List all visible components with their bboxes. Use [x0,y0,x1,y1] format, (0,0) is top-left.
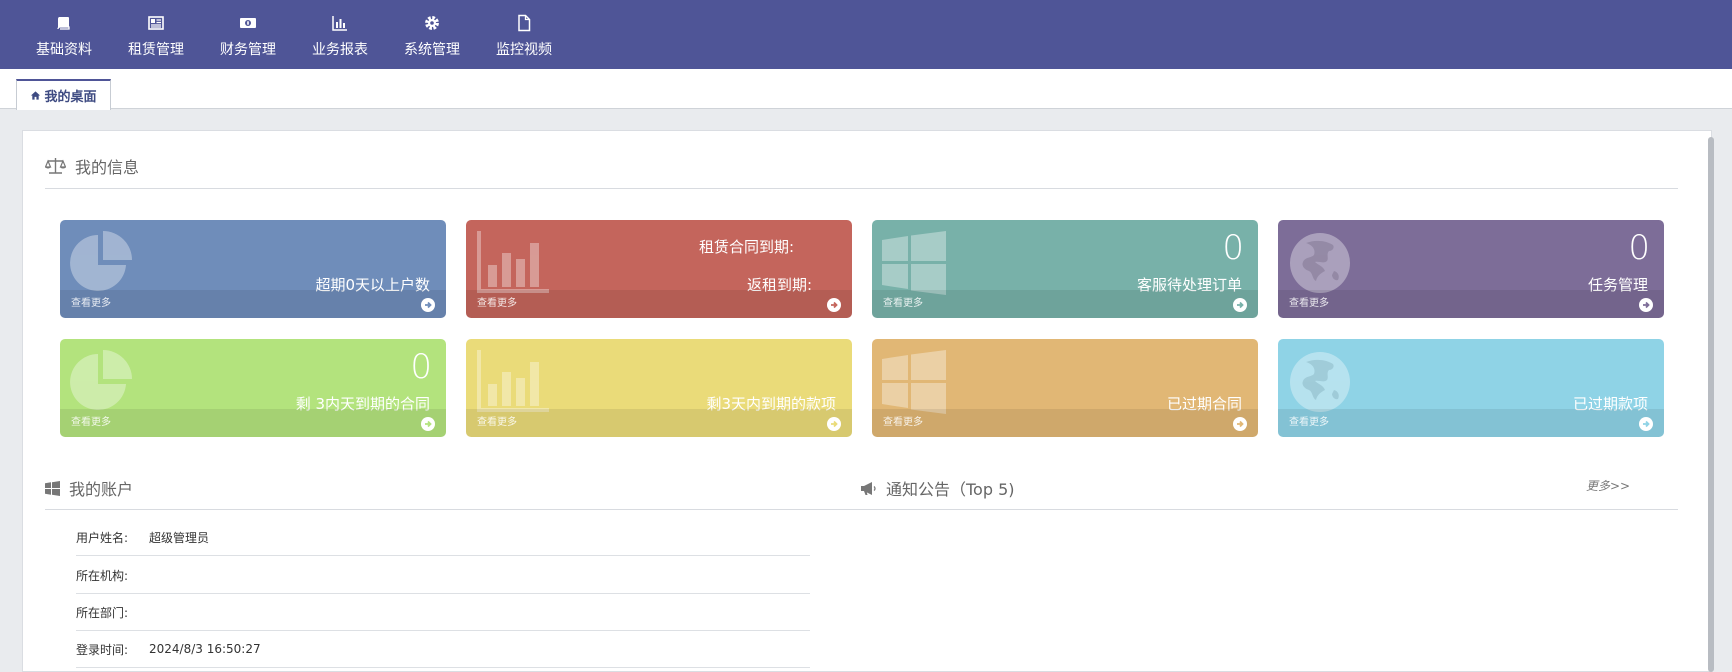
view-more-link[interactable]: 查看更多 [477,413,517,428]
card-footer[interactable]: 查看更多 [466,409,852,437]
book-icon [57,17,70,30]
bar-chart-icon [476,231,550,299]
view-more-link[interactable]: 查看更多 [1289,413,1329,428]
view-more-link[interactable]: 查看更多 [71,294,111,309]
card-label-secondary: 租赁合同到期: [698,238,794,256]
view-more-link[interactable]: 查看更多 [883,413,923,428]
pie-chart-icon [70,231,134,299]
scrollbar[interactable] [1708,137,1714,672]
tab-bar: 我的桌面 [0,69,1732,110]
info-title: 我的信息 [75,158,140,177]
account-row-username: 用户姓名: 超级管理员 [76,519,810,556]
globe-icon [1288,231,1352,299]
card-footer[interactable]: 查看更多 [60,409,446,437]
view-more-link[interactable]: 查看更多 [1289,294,1329,309]
stat-card[interactable]: 剩3天内到期的款项 查看更多 [466,339,852,437]
nav-monitor-video[interactable]: 监控视频 [478,0,570,69]
windows-icon [882,231,946,299]
account-row-department: 所在部门: [76,594,810,631]
account-key: 所在部门: [76,605,129,620]
tab-label: 我的桌面 [44,90,97,105]
nav-finance-management[interactable]: 财务管理 [202,0,294,69]
arrow-right-circle-icon[interactable] [1233,417,1247,431]
stat-card[interactable]: 超期0天以上户数 查看更多 [60,220,446,318]
newspaper-icon [148,16,164,30]
tab-my-desktop[interactable]: 我的桌面 [16,79,111,110]
nav-label: 监控视频 [496,42,552,58]
account-key: 用户姓名: [76,530,129,545]
stat-card[interactable]: 已过期款项 查看更多 [1278,339,1664,437]
nav-label: 系统管理 [404,42,460,58]
nav-basic-data[interactable]: 基础资料 [18,0,110,69]
stat-card[interactable]: 已过期合同 查看更多 [872,339,1258,437]
divider [45,188,1678,189]
bar-chart-icon [476,350,550,418]
stat-card[interactable]: 租赁合同到期: 返租到期: 查看更多 [466,220,852,318]
nav-lease-management[interactable]: 租赁管理 [110,0,202,69]
bar-chart-icon [332,16,347,31]
account-key: 登录时间: [76,642,129,657]
windows-icon [882,350,946,418]
nav-business-report[interactable]: 业务报表 [294,0,386,69]
info-section-header: 我的信息 [45,154,139,178]
stat-card[interactable]: 0 客服待处理订单 查看更多 [872,220,1258,318]
view-more-link[interactable]: 查看更多 [477,294,517,309]
home-icon [31,91,41,100]
account-value: 2024/8/3 16:50:27 [149,642,261,656]
card-footer[interactable]: 查看更多 [466,290,852,318]
stat-card[interactable]: 0 任务管理 查看更多 [1278,220,1664,318]
notice-section-header: 通知公告（Top 5) [860,476,1015,500]
account-section-header: 我的账户 [45,476,133,500]
file-icon [518,14,531,32]
pie-chart-icon [70,350,134,418]
top-navigation: 基础资料 租赁管理 财务管理 业务报表 系统管理 监控视频 [0,0,1732,69]
arrow-right-circle-icon[interactable] [827,298,841,312]
bullhorn-icon [861,481,876,495]
balance-scale-icon [45,158,66,174]
arrow-right-circle-icon[interactable] [421,417,435,431]
card-value: 0 [410,347,432,387]
money-icon [240,18,256,28]
account-value: 超级管理员 [149,530,210,545]
account-title: 我的账户 [69,480,134,499]
arrow-right-circle-icon[interactable] [1639,298,1653,312]
card-footer[interactable]: 查看更多 [1278,290,1664,318]
account-key: 所在机构: [76,568,129,583]
nav-label: 基础资料 [36,42,92,58]
card-footer[interactable]: 查看更多 [1278,409,1664,437]
view-more-link[interactable]: 查看更多 [71,413,111,428]
account-row-organization: 所在机构: [76,557,810,594]
notice-more-link[interactable]: 更多>> [1586,477,1630,494]
arrow-right-circle-icon[interactable] [1233,298,1247,312]
gear-icon [425,16,439,30]
nav-system-management[interactable]: 系统管理 [386,0,478,69]
card-footer[interactable]: 查看更多 [872,409,1258,437]
nav-label: 租赁管理 [128,42,184,58]
arrow-right-circle-icon[interactable] [421,298,435,312]
card-footer[interactable]: 查看更多 [872,290,1258,318]
divider [45,509,1678,510]
view-more-link[interactable]: 查看更多 [883,294,923,309]
account-row-login-time: 登录时间: 2024/8/3 16:50:27 [76,631,810,668]
arrow-right-circle-icon[interactable] [1639,417,1653,431]
card-footer[interactable]: 查看更多 [60,290,446,318]
card-value: 0 [1222,228,1244,268]
card-value: 0 [1628,228,1650,268]
nav-label: 业务报表 [312,42,368,58]
arrow-right-circle-icon[interactable] [827,417,841,431]
stat-card[interactable]: 0剩 3内天到期的合同 查看更多 [60,339,446,437]
globe-icon [1288,350,1352,418]
notice-title: 通知公告（Top 5) [886,480,1015,499]
windows-icon [45,480,60,496]
nav-label: 财务管理 [220,42,276,58]
